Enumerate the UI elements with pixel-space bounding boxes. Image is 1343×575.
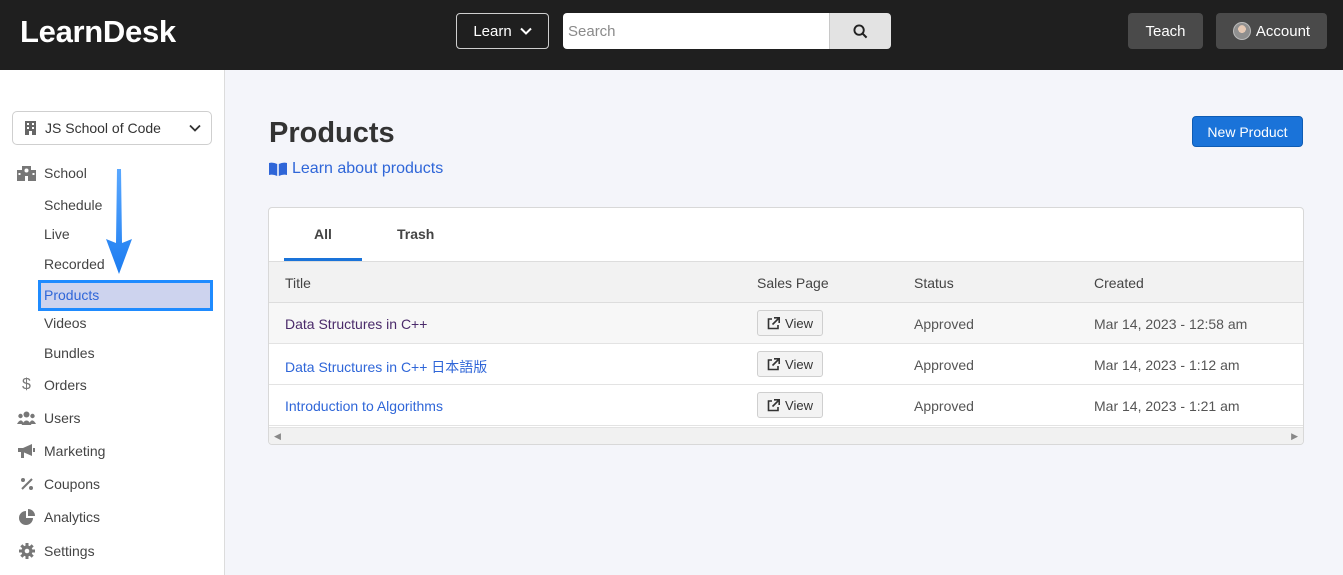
new-product-button[interactable]: New Product — [1192, 116, 1303, 147]
sidebar-item-orders[interactable]: $ Orders — [17, 376, 87, 394]
school-icon — [17, 165, 36, 181]
gear-icon — [17, 543, 36, 559]
product-title-link[interactable]: Data Structures in C++ — [285, 316, 427, 332]
table-header: Title Sales Page Status Created — [269, 261, 1303, 303]
view-sales-page-button[interactable]: View — [757, 310, 823, 336]
created-date: Mar 14, 2023 - 12:58 am — [1094, 316, 1248, 332]
column-header-status[interactable]: Status — [914, 275, 954, 291]
view-label: View — [785, 315, 813, 331]
tab-trash[interactable]: Trash — [397, 226, 434, 242]
sidebar-item-label: Users — [44, 410, 81, 426]
building-icon — [25, 121, 36, 135]
sidebar-item-label: Analytics — [44, 509, 101, 525]
sidebar-item-label: Marketing — [44, 443, 106, 459]
search-bar — [563, 13, 891, 49]
external-link-icon — [767, 398, 781, 411]
logo[interactable]: LearnDesk — [20, 14, 176, 50]
learn-link-label: Learn about products — [292, 160, 444, 177]
status-text: Approved — [914, 357, 974, 373]
learn-dropdown-button[interactable]: Learn — [456, 13, 549, 49]
created-date: Mar 14, 2023 - 1:21 am — [1094, 398, 1240, 414]
sidebar-item-label: Coupons — [44, 476, 101, 492]
sidebar-item-school[interactable]: School — [17, 165, 87, 181]
view-sales-page-button[interactable]: View — [757, 392, 823, 418]
teach-button[interactable]: Teach — [1128, 13, 1203, 49]
avatar — [1232, 22, 1251, 40]
sidebar-subitem-schedule[interactable]: Schedule — [44, 197, 102, 213]
sidebar-subitem-recorded[interactable]: Recorded — [44, 256, 105, 272]
view-label: View — [785, 397, 813, 413]
page-title: Products — [269, 117, 395, 149]
sidebar-subitem-live[interactable]: Live — [44, 226, 70, 242]
sidebar-item-settings[interactable]: Settings — [17, 543, 95, 559]
sidebar-item-users[interactable]: Users — [17, 410, 81, 426]
chevron-down-icon — [189, 124, 201, 132]
school-select[interactable]: JS School of Code — [12, 111, 212, 145]
tab-all[interactable]: All — [314, 226, 332, 242]
megaphone-icon — [17, 443, 36, 459]
sidebar-item-analytics[interactable]: Analytics — [17, 509, 100, 525]
dollar-icon: $ — [22, 376, 31, 393]
chevron-down-icon — [519, 27, 532, 35]
top-navbar: LearnDesk Learn Teach Account — [0, 0, 1343, 70]
annotation-arrow-icon — [106, 169, 132, 274]
sidebar-item-label: School — [44, 165, 87, 181]
status-text: Approved — [914, 316, 974, 332]
account-button[interactable]: Account — [1216, 13, 1327, 49]
sidebar: JS School of Code School Schedule Live R… — [0, 70, 225, 575]
learn-label: Learn — [473, 22, 512, 40]
table-row: Data Structures in C++ 日本語版 View Approve… — [269, 344, 1303, 385]
table-row: Introduction to Algorithms View Approved… — [269, 385, 1303, 426]
sidebar-item-marketing[interactable]: Marketing — [17, 443, 105, 459]
account-label: Account — [1255, 22, 1311, 40]
external-link-icon — [767, 357, 781, 370]
column-header-sales-page[interactable]: Sales Page — [757, 275, 829, 291]
sidebar-subitem-videos[interactable]: Videos — [44, 315, 87, 331]
sidebar-item-coupons[interactable]: Coupons — [17, 476, 100, 492]
learn-about-products-link[interactable]: Learn about products — [269, 160, 443, 178]
products-card: All Trash Title Sales Page Status Create… — [268, 207, 1304, 445]
view-label: View — [785, 356, 813, 372]
search-input[interactable] — [563, 13, 829, 49]
search-button[interactable] — [829, 13, 891, 49]
column-header-title[interactable]: Title — [285, 275, 311, 291]
horizontal-scrollbar[interactable]: ◀ ▶ — [269, 427, 1303, 444]
product-title-link[interactable]: Data Structures in C++ 日本語版 — [285, 357, 487, 377]
sidebar-item-label: Settings — [44, 543, 95, 559]
status-text: Approved — [914, 398, 974, 414]
sidebar-item-label: Orders — [44, 377, 87, 393]
sidebar-subitem-label: Products — [44, 287, 100, 303]
sidebar-subitem-products[interactable]: Products — [38, 280, 213, 311]
product-title-link[interactable]: Introduction to Algorithms — [285, 398, 443, 414]
tab-bar: All Trash — [269, 208, 1303, 261]
school-select-label: JS School of Code — [45, 120, 161, 136]
scroll-left-icon[interactable]: ◀ — [274, 431, 281, 442]
percent-icon — [17, 477, 36, 491]
view-sales-page-button[interactable]: View — [757, 351, 823, 377]
users-icon — [17, 411, 36, 425]
created-date: Mar 14, 2023 - 1:12 am — [1094, 357, 1240, 373]
scroll-right-icon[interactable]: ▶ — [1291, 431, 1298, 442]
search-icon — [853, 23, 868, 38]
column-header-created[interactable]: Created — [1094, 275, 1144, 291]
sidebar-subitem-bundles[interactable]: Bundles — [44, 345, 95, 361]
table-row: Data Structures in C++ View Approved Mar… — [269, 303, 1303, 344]
pie-chart-icon — [17, 509, 36, 525]
external-link-icon — [767, 316, 781, 329]
book-open-icon — [269, 162, 287, 176]
